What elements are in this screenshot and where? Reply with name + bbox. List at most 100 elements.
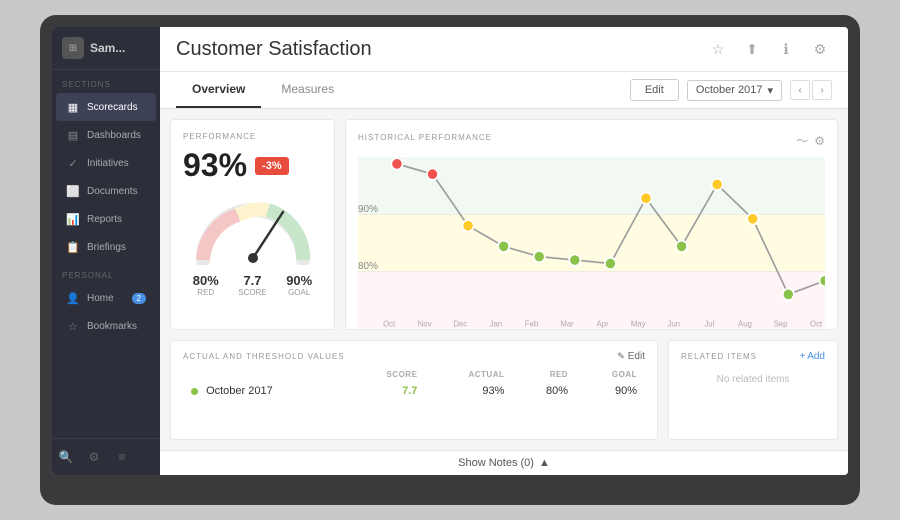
notes-bar: Show Notes (0) ▲ bbox=[160, 450, 848, 475]
red-value: 80% bbox=[193, 273, 219, 288]
prev-date-button[interactable]: ‹ bbox=[790, 80, 810, 100]
dashboards-icon: ▤ bbox=[66, 128, 80, 142]
export-icon[interactable]: ⬆ bbox=[740, 37, 764, 61]
row-actual: 93% bbox=[425, 381, 512, 401]
svg-text:80%: 80% bbox=[358, 261, 378, 272]
stat-red: 80% RED bbox=[193, 273, 219, 297]
svg-text:Oct: Oct bbox=[383, 319, 396, 328]
svg-text:Aug: Aug bbox=[738, 319, 752, 328]
tab-overview[interactable]: Overview bbox=[176, 72, 261, 108]
sidebar: ⊞ Sam... SECTIONS ▦ Scorecards ▤ Dashboa… bbox=[52, 27, 160, 475]
gauge-container bbox=[183, 190, 322, 265]
svg-text:Jun: Jun bbox=[668, 319, 681, 328]
related-panel: RELATED ITEMS + Add No related items bbox=[668, 340, 838, 440]
col-score: SCORE bbox=[347, 368, 426, 381]
svg-text:Sep: Sep bbox=[774, 319, 788, 328]
home-icon: 👤 bbox=[66, 291, 80, 305]
tabs-bar: Overview Measures Edit October 2017 ▾ ‹ … bbox=[160, 72, 848, 109]
header-actions: ☆ ⬆ ℹ ⚙ bbox=[706, 37, 832, 61]
home-badge: 2 bbox=[132, 293, 146, 304]
sidebar-item-documents[interactable]: ⬜ Documents bbox=[56, 177, 156, 205]
hist-chart: 90% 80% bbox=[358, 157, 825, 329]
sidebar-item-briefings[interactable]: 📋 Briefings bbox=[56, 233, 156, 261]
bookmarks-icon: ☆ bbox=[66, 319, 80, 333]
goal-label: GOAL bbox=[286, 288, 312, 297]
bottom-panels: ACTUAL AND THRESHOLD VALUES ✎ Edit SCORE bbox=[170, 340, 838, 440]
historical-label: HISTORICAL PERFORMANCE bbox=[358, 133, 492, 142]
add-related-button[interactable]: + Add bbox=[799, 351, 825, 362]
actual-header: ACTUAL AND THRESHOLD VALUES ✎ Edit bbox=[183, 351, 645, 362]
table-row: October 2017 7.7 93% 80% 90% bbox=[183, 381, 645, 401]
gauge-stats: 80% RED 7.7 SCORE 90% GOAL bbox=[183, 273, 322, 297]
svg-text:Jul: Jul bbox=[704, 319, 714, 328]
svg-text:Mar: Mar bbox=[560, 319, 574, 328]
perf-main: 93% -3% bbox=[183, 147, 322, 184]
scorecards-icon: ▦ bbox=[66, 100, 80, 114]
reports-icon: 📊 bbox=[66, 212, 80, 226]
page-title: Customer Satisfaction bbox=[176, 38, 372, 61]
col-actual: ACTUAL bbox=[425, 368, 512, 381]
tab-measures[interactable]: Measures bbox=[265, 72, 350, 108]
sections-label: SECTIONS bbox=[52, 70, 160, 93]
menu-icon[interactable]: ≡ bbox=[112, 447, 132, 467]
sidebar-bottom: 🔍 ⚙ ≡ bbox=[52, 438, 160, 475]
main-content: Customer Satisfaction ☆ ⬆ ℹ ⚙ Overview M… bbox=[160, 27, 848, 475]
svg-text:90%: 90% bbox=[358, 204, 378, 215]
svg-text:Nov: Nov bbox=[418, 319, 432, 328]
row-red: 80% bbox=[512, 381, 576, 401]
stat-goal: 90% GOAL bbox=[286, 273, 312, 297]
personal-label: PERSONAL bbox=[52, 261, 160, 284]
sidebar-item-bookmarks[interactable]: ☆ Bookmarks bbox=[56, 312, 156, 340]
edit-button[interactable]: Edit bbox=[630, 79, 679, 101]
date-label: October 2017 bbox=[696, 84, 763, 96]
options-icon[interactable]: ⚙ bbox=[808, 37, 832, 61]
logo-text: Sam... bbox=[90, 41, 125, 55]
sidebar-item-initiatives[interactable]: ✓ Initiatives bbox=[56, 149, 156, 177]
col-red: RED bbox=[512, 368, 576, 381]
sidebar-logo: ⊞ Sam... bbox=[52, 27, 160, 70]
info-icon[interactable]: ℹ bbox=[774, 37, 798, 61]
related-label: RELATED ITEMS bbox=[681, 352, 757, 361]
related-header: RELATED ITEMS + Add bbox=[681, 351, 825, 362]
laptop-frame: ⊞ Sam... SECTIONS ▦ Scorecards ▤ Dashboa… bbox=[40, 15, 860, 505]
actual-edit-button[interactable]: ✎ Edit bbox=[617, 351, 645, 362]
briefings-icon: 📋 bbox=[66, 240, 80, 254]
sidebar-item-dashboards[interactable]: ▤ Dashboards bbox=[56, 121, 156, 149]
chart-settings-icon[interactable]: ⚙ bbox=[814, 134, 825, 148]
svg-text:Dec: Dec bbox=[453, 319, 467, 328]
sidebar-item-label-reports: Reports bbox=[87, 214, 122, 225]
performance-delta: -3% bbox=[255, 157, 289, 175]
performance-panel: PERFORMANCE 93% -3% bbox=[170, 119, 335, 330]
historical-chart-svg: 90% 80% bbox=[358, 157, 825, 329]
performance-label: PERFORMANCE bbox=[183, 132, 322, 141]
sidebar-item-scorecards[interactable]: ▦ Scorecards bbox=[56, 93, 156, 121]
chart-type-icon[interactable]: 〜 bbox=[796, 132, 808, 149]
svg-text:Feb: Feb bbox=[525, 319, 539, 328]
date-selector[interactable]: October 2017 ▾ bbox=[687, 80, 782, 101]
sidebar-item-reports[interactable]: 📊 Reports bbox=[56, 205, 156, 233]
row-goal: 90% bbox=[576, 381, 645, 401]
search-icon[interactable]: 🔍 bbox=[56, 447, 76, 467]
notes-icon: ▲ bbox=[539, 457, 550, 469]
settings-icon[interactable]: ⚙ bbox=[84, 447, 104, 467]
col-name bbox=[183, 368, 347, 381]
hist-header: HISTORICAL PERFORMANCE 〜 ⚙ bbox=[358, 132, 825, 149]
actual-label: ACTUAL AND THRESHOLD VALUES bbox=[183, 352, 345, 361]
body-area: PERFORMANCE 93% -3% bbox=[160, 109, 848, 450]
sidebar-item-label-scorecards: Scorecards bbox=[87, 102, 138, 113]
sidebar-item-label-documents: Documents bbox=[87, 186, 138, 197]
logo-icon: ⊞ bbox=[62, 37, 84, 59]
star-icon[interactable]: ☆ bbox=[706, 37, 730, 61]
svg-text:May: May bbox=[631, 319, 646, 328]
svg-text:Apr: Apr bbox=[597, 319, 609, 328]
sidebar-item-home[interactable]: 👤 Home 2 bbox=[56, 284, 156, 312]
show-notes-button[interactable]: Show Notes (0) ▲ bbox=[458, 457, 550, 469]
actual-panel: ACTUAL AND THRESHOLD VALUES ✎ Edit SCORE bbox=[170, 340, 658, 440]
laptop-screen: ⊞ Sam... SECTIONS ▦ Scorecards ▤ Dashboa… bbox=[52, 27, 848, 475]
stat-score: 7.7 SCORE bbox=[238, 273, 266, 297]
sidebar-item-label-dashboards: Dashboards bbox=[87, 130, 141, 141]
score-label: SCORE bbox=[238, 288, 266, 297]
initiatives-icon: ✓ bbox=[66, 156, 80, 170]
notes-label: Show Notes (0) bbox=[458, 457, 534, 469]
next-date-button[interactable]: › bbox=[812, 80, 832, 100]
